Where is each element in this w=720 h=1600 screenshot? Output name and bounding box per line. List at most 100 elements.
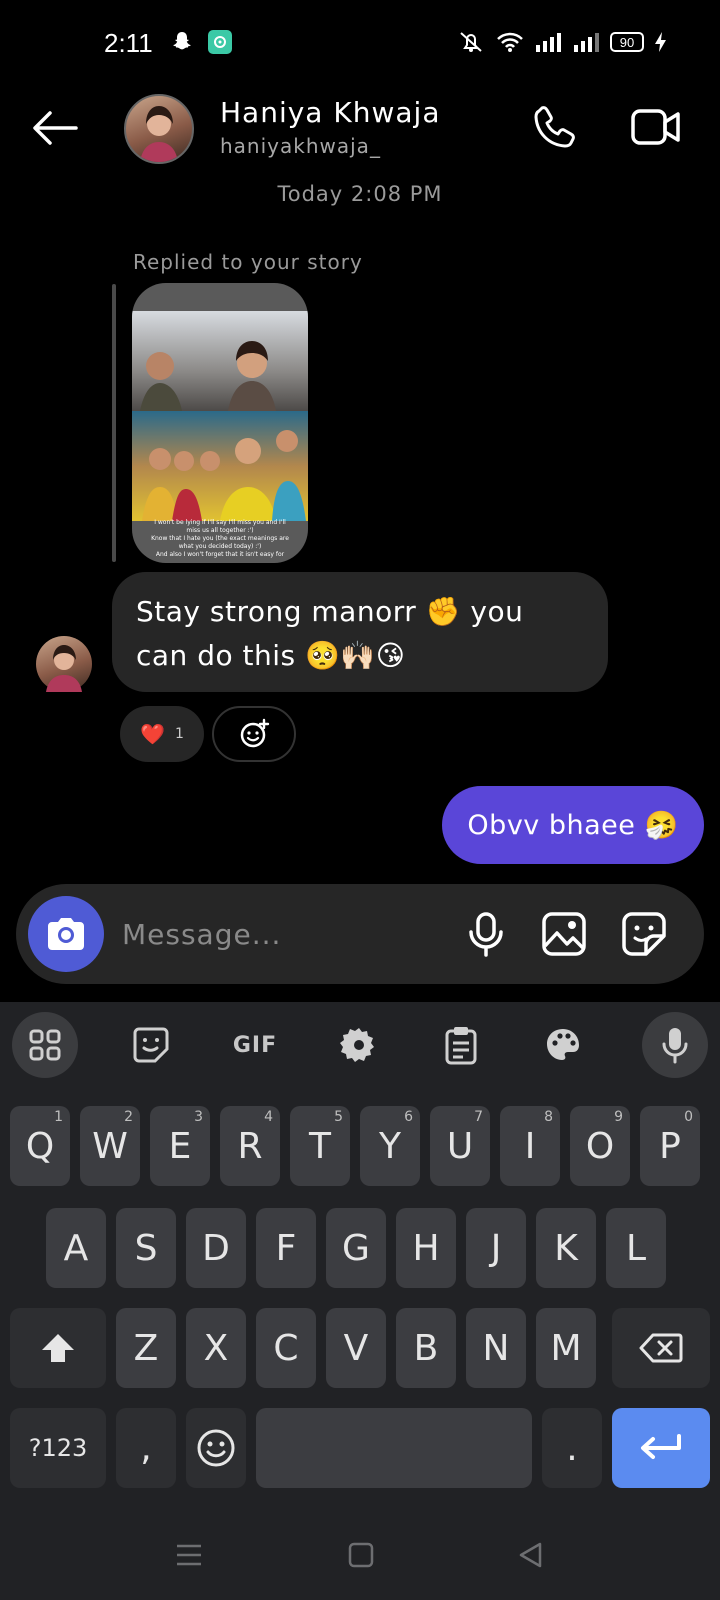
key-h[interactable]: H — [396, 1208, 456, 1288]
add-emoji-icon — [240, 718, 270, 748]
key-c[interactable]: C — [256, 1308, 316, 1388]
back-nav-icon[interactable] — [516, 1540, 546, 1570]
message-input[interactable] — [122, 910, 442, 958]
period-key[interactable]: . — [542, 1408, 602, 1488]
key-d[interactable]: D — [186, 1208, 246, 1288]
key-a[interactable]: A — [46, 1208, 106, 1288]
video-call-icon[interactable] — [630, 104, 682, 150]
message-timestamp: Today 2:08 PM — [277, 182, 443, 206]
story-thumbnail[interactable]: I won't be lying if I'll say I'll miss y… — [132, 283, 308, 563]
key-l[interactable]: L — [606, 1208, 666, 1288]
key-s[interactable]: S — [116, 1208, 176, 1288]
gif-button[interactable]: GIF — [222, 1012, 288, 1078]
key-u[interactable]: 7U — [430, 1106, 490, 1186]
key-g[interactable]: G — [326, 1208, 386, 1288]
chat-header: Haniya Khwaja haniyakhwaja_ — [0, 90, 720, 170]
charging-icon — [655, 32, 666, 52]
key-label: Y — [379, 1125, 401, 1167]
backspace-key[interactable] — [612, 1308, 710, 1388]
mute-icon — [460, 32, 482, 52]
key-o[interactable]: 9O — [570, 1106, 630, 1186]
emoji-key[interactable] — [186, 1408, 246, 1488]
voice-input-icon[interactable] — [642, 1012, 708, 1078]
signal-icon-2 — [574, 33, 599, 52]
camera-button[interactable] — [28, 896, 104, 972]
snapchat-icon — [173, 32, 191, 50]
story-reply-label: Replied to your story — [133, 250, 363, 274]
reply-indicator-bar — [112, 284, 116, 562]
story-caption: I won't be lying if I'll say I'll miss y… — [151, 519, 289, 558]
story-photo-top — [132, 311, 308, 411]
incoming-message-bubble[interactable]: Stay strong manorr ✊ you can do this 🥺🙌🏻… — [112, 572, 608, 692]
microphone-icon[interactable] — [462, 910, 510, 958]
key-label: U — [446, 1125, 474, 1167]
add-reaction-button[interactable] — [212, 706, 296, 762]
story-photo-bottom — [132, 411, 308, 521]
key-n[interactable]: N — [466, 1308, 526, 1388]
key-w[interactable]: 2W — [80, 1106, 140, 1186]
menu-nav-icon[interactable] — [174, 1540, 204, 1570]
key-label: O — [585, 1125, 615, 1167]
heart-reaction: ❤️ — [140, 722, 165, 746]
apps-grid-icon[interactable] — [12, 1012, 78, 1078]
key-x[interactable]: X — [186, 1308, 246, 1388]
sender-avatar[interactable] — [36, 636, 92, 692]
contact-name[interactable]: Haniya Khwaja — [220, 96, 440, 129]
key-z[interactable]: Z — [116, 1308, 176, 1388]
key-i[interactable]: 8I — [500, 1106, 560, 1186]
status-time: 2:11 — [104, 28, 153, 58]
back-arrow-icon[interactable] — [30, 108, 80, 148]
key-hint: 9 — [614, 1109, 623, 1125]
shift-icon — [42, 1334, 74, 1362]
emoji-sticker-icon[interactable] — [118, 1012, 184, 1078]
key-t[interactable]: 5T — [290, 1106, 350, 1186]
theme-palette-icon[interactable] — [530, 1012, 596, 1078]
keyboard: GIF 1Q2W3E4R5T6Y7U8I9O0P ASDFGHJKL ZXCVB… — [0, 1002, 720, 1600]
symbols-key[interactable]: ?123 — [10, 1408, 106, 1488]
sticker-icon[interactable] — [620, 910, 668, 958]
key-b[interactable]: B — [396, 1308, 456, 1388]
key-q[interactable]: 1Q — [10, 1106, 70, 1186]
settings-gear-icon[interactable] — [326, 1012, 392, 1078]
key-label: P — [659, 1125, 681, 1167]
reaction-badge[interactable]: ❤️ 1 — [120, 706, 204, 762]
gif-label: GIF — [232, 1032, 278, 1058]
key-label: T — [309, 1125, 331, 1167]
space-key[interactable] — [256, 1408, 532, 1488]
shift-key[interactable] — [10, 1308, 106, 1388]
home-nav-icon[interactable] — [346, 1540, 376, 1570]
key-m[interactable]: M — [536, 1308, 596, 1388]
key-hint: 8 — [544, 1109, 553, 1125]
system-status-icons: 90 — [456, 30, 668, 54]
key-hint: 0 — [684, 1109, 693, 1125]
key-j[interactable]: J — [466, 1208, 526, 1288]
key-label: Q — [25, 1125, 55, 1167]
key-hint: 5 — [334, 1109, 343, 1125]
key-e[interactable]: 3E — [150, 1106, 210, 1186]
key-r[interactable]: 4R — [220, 1106, 280, 1186]
key-hint: 7 — [474, 1109, 483, 1125]
enter-key[interactable] — [612, 1408, 710, 1488]
key-hint: 4 — [264, 1109, 273, 1125]
signal-icon — [536, 33, 561, 52]
comma-key[interactable]: , — [116, 1408, 176, 1488]
outgoing-message-bubble[interactable]: Obvv bhaee 🤧 — [442, 786, 704, 864]
key-hint: 2 — [124, 1109, 133, 1125]
clipboard-icon[interactable] — [428, 1012, 494, 1078]
key-hint: 3 — [194, 1109, 203, 1125]
gallery-icon[interactable] — [540, 910, 588, 958]
contact-avatar[interactable] — [124, 94, 194, 164]
key-hint: 1 — [54, 1109, 63, 1125]
key-k[interactable]: K — [536, 1208, 596, 1288]
message-composer — [16, 884, 704, 984]
system-nav-bar — [0, 1520, 720, 1600]
reaction-count: 1 — [174, 726, 184, 742]
key-y[interactable]: 6Y — [360, 1106, 420, 1186]
phone-call-icon[interactable] — [530, 102, 580, 152]
key-p[interactable]: 0P — [640, 1106, 700, 1186]
key-v[interactable]: V — [326, 1308, 386, 1388]
wifi-icon — [497, 32, 523, 52]
key-f[interactable]: F — [256, 1208, 316, 1288]
battery-indicator: 90 — [610, 32, 644, 52]
contact-username[interactable]: haniyakhwaja_ — [220, 134, 381, 158]
